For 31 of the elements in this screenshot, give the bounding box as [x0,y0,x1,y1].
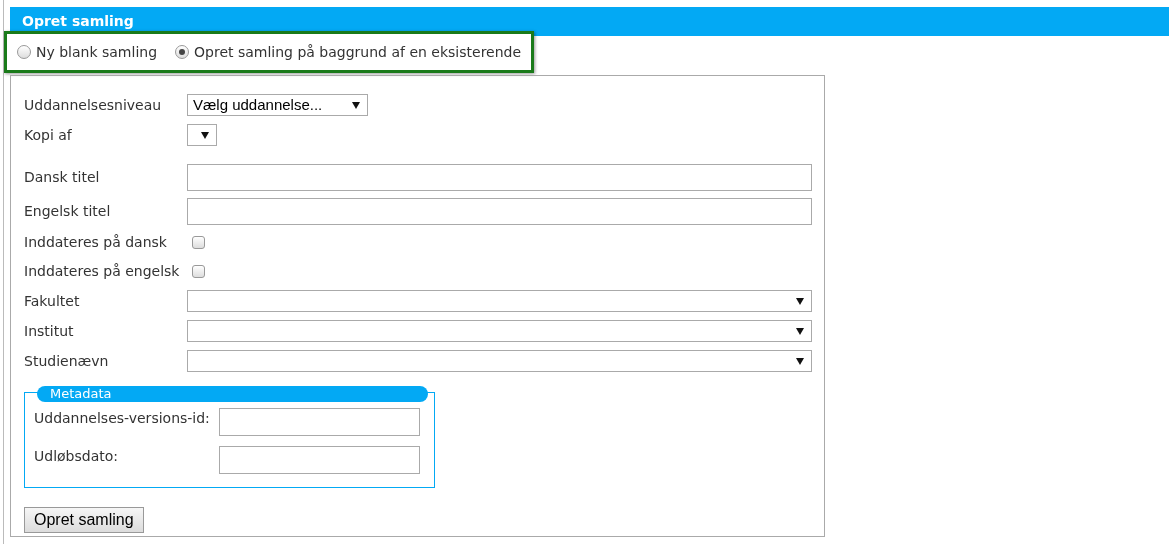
input-field[interactable] [219,408,420,436]
caret-icon [796,357,804,365]
input-field[interactable] [219,446,420,474]
field-label: Kopi af [24,125,73,145]
radio-label: Opret samling på baggrund af en eksisterende [194,42,522,62]
field-label: Udløbsdato: [34,447,119,466]
input-field[interactable] [187,163,812,191]
field-label: Fakultet [24,291,81,311]
checkbox[interactable] [192,236,205,249]
field-label: Inddateres på dansk [24,233,168,252]
caret-icon [201,131,209,139]
metadata-legend: Metadata [37,386,428,402]
field-label: Engelsk titel [24,201,112,221]
field-label: Studienævn [24,351,110,371]
radio-button[interactable] [175,45,190,59]
checkbox[interactable] [192,265,205,278]
caret-icon [352,101,360,109]
field-label: Uddannelses-versions-id: [34,409,211,428]
input-field[interactable] [187,197,812,225]
field-label: Dansk titel [24,167,101,187]
dropdown[interactable] [187,124,217,146]
caret-icon [796,327,804,335]
field-label: Inddateres på engelsk [24,262,181,281]
field-label: Uddannelsesniveau [24,95,163,115]
header-title: Opret samling [22,13,134,29]
dropdown[interactable]: Vælg uddannelse... [187,94,368,116]
caret-icon [796,297,804,305]
field-label: Institut [24,321,75,341]
radio-label: Ny blank samling [36,42,158,62]
create-button[interactable]: Opret samling [24,507,144,533]
radio-button[interactable] [17,45,31,59]
